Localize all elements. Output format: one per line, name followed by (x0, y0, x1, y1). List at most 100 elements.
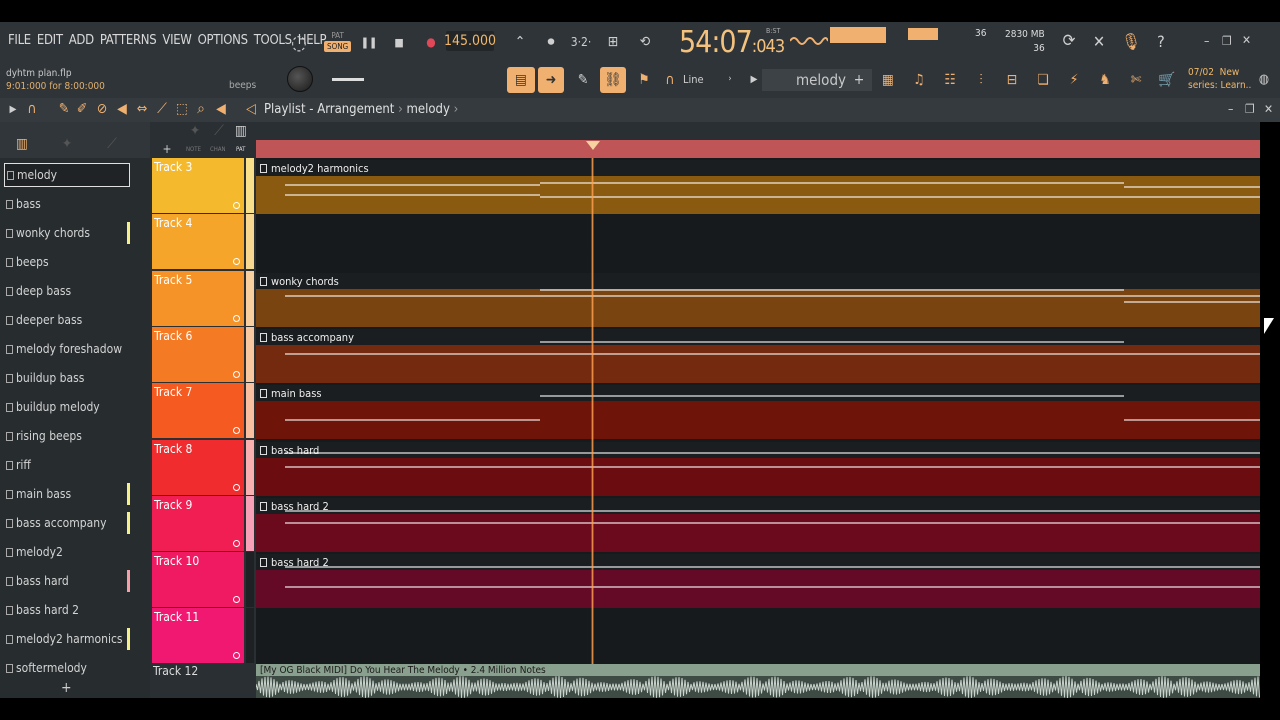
track-mute-led[interactable] (233, 258, 240, 265)
playlist-view-icon[interactable]: ▤ (507, 67, 535, 93)
zoom-icon[interactable]: ⌕ (193, 101, 209, 117)
master-volume-knob[interactable] (287, 66, 313, 92)
mixer-icon[interactable]: ⫶ (969, 69, 993, 91)
track-mute-led[interactable] (233, 484, 240, 491)
browser-icon[interactable]: ⊟ (1000, 69, 1024, 91)
playlist-close-icon[interactable]: ✕ (1264, 102, 1273, 116)
pattern-clip[interactable]: bass hard 2 (256, 554, 1260, 608)
slice-icon[interactable]: ⟋ (154, 101, 170, 117)
pattern-item[interactable]: bass hard 2 (4, 598, 130, 622)
stop-icon[interactable]: ■ (390, 33, 408, 51)
pattern-picker-icon[interactable]: ▥ (14, 136, 30, 152)
menu-patterns[interactable]: PATTERNS (100, 33, 157, 48)
menu-edit[interactable]: EDIT (37, 33, 63, 48)
pattern-item[interactable]: beeps (4, 250, 130, 274)
add-pattern-list-icon[interactable]: + (61, 680, 72, 696)
minimize-icon[interactable]: – (1204, 34, 1209, 48)
refresh-icon[interactable]: ⟳ (1058, 30, 1080, 52)
microphone-icon[interactable]: 🎙 (1120, 30, 1142, 52)
delete-icon[interactable]: ⊘ (94, 101, 110, 117)
draw-icon[interactable]: ✎ (56, 101, 72, 117)
globe-icon[interactable]: ◍ (1256, 71, 1272, 87)
pat-song-toggle[interactable]: PAT SONG (324, 30, 352, 52)
wait-input-icon[interactable]: ⏺ (540, 32, 562, 52)
playlist-minimize-icon[interactable]: – (1228, 102, 1233, 116)
playlist-maximize-icon[interactable]: ❐ (1245, 102, 1255, 116)
track-mute-led[interactable] (233, 202, 240, 209)
countdown-icon[interactable]: 3·2· (570, 32, 592, 52)
audio-clip[interactable]: [My OG Black MIDI] Do You Hear The Melod… (255, 664, 1260, 699)
pattern-item[interactable]: riff (4, 453, 130, 477)
piano-roll-icon[interactable]: ♫ (907, 69, 931, 91)
playback-icon[interactable]: ◀ (213, 101, 229, 117)
track-mute-led[interactable] (233, 652, 240, 659)
stamp-icon[interactable]: ⚑ (633, 69, 655, 91)
pattern-clip[interactable]: bass accompany (256, 329, 1260, 383)
track-header[interactable]: Track 9 (152, 496, 244, 551)
menu-tools[interactable]: TOOLS (254, 33, 292, 48)
maximize-icon[interactable]: ❐ (1222, 34, 1232, 48)
track-header[interactable]: Track 5 (152, 271, 244, 326)
step-edit-icon[interactable]: ⊞ (602, 32, 624, 52)
pattern-item[interactable]: wonky chords (4, 221, 130, 245)
master-pitch-slider[interactable] (332, 78, 364, 81)
pattern-clip[interactable]: melody2 harmonics (256, 160, 1260, 214)
channel-rack-icon[interactable]: ☷ (938, 69, 962, 91)
link-icon[interactable]: ⛓ (600, 67, 626, 93)
snap-mode[interactable]: Line (683, 73, 704, 86)
pattern-clip[interactable]: main bass (256, 385, 1260, 439)
track-mute-led[interactable] (233, 596, 240, 603)
loop-record-icon[interactable]: ⟲ (634, 32, 656, 52)
record-icon[interactable]: ● (422, 33, 440, 51)
pattern-item[interactable]: deep bass (4, 279, 130, 303)
tools-icon[interactable]: ✕ (1088, 30, 1110, 52)
pattern-item[interactable]: bass accompany (4, 511, 130, 535)
track-header[interactable]: Track 3 (152, 158, 244, 213)
shop-icon[interactable]: 🛒 (1155, 69, 1179, 91)
timeline-ruler[interactable] (256, 140, 1260, 158)
pause-icon[interactable]: ❚❚ (360, 33, 378, 51)
magnet-icon[interactable]: ∩ (660, 69, 680, 91)
pattern-item[interactable]: bass hard (4, 569, 130, 593)
pattern-clip[interactable]: wonky chords (256, 273, 1260, 327)
select-icon[interactable]: ⬚ (174, 101, 190, 117)
snap-arrow-icon[interactable]: › (725, 71, 735, 87)
track-12-label[interactable]: Track 12 (153, 664, 198, 678)
slip-icon[interactable]: ⇔ (134, 101, 150, 117)
metronome-icon[interactable]: ⌃ (510, 32, 530, 52)
arrow-step-icon[interactable]: ➜ (538, 67, 564, 93)
pattern-prev-icon[interactable]: ▶ (748, 71, 760, 87)
track-header[interactable]: Track 11 (152, 608, 244, 663)
track-mute-led[interactable] (233, 540, 240, 547)
menu-file[interactable]: FILE (8, 33, 31, 48)
news-panel[interactable]: 07/02 New series: Learn.. (1188, 66, 1251, 92)
pattern-filter-icon[interactable]: ▥ (232, 123, 250, 139)
scroll-overview[interactable] (256, 122, 1260, 140)
track-mute-led[interactable] (233, 371, 240, 378)
pattern-item[interactable]: softermelody (4, 656, 130, 680)
pattern-item[interactable]: rising beeps (4, 424, 130, 448)
pattern-item[interactable]: buildup bass (4, 366, 130, 390)
project-picker-icon[interactable]: ❏ (1031, 69, 1055, 91)
pattern-item[interactable]: melody foreshadow (4, 337, 130, 361)
menu-add[interactable]: ADD (69, 33, 94, 48)
track-mute-led[interactable] (233, 427, 240, 434)
mixer-record-icon[interactable]: ✄ (1124, 69, 1148, 91)
menu-view[interactable]: VIEW (162, 33, 192, 48)
playhead-marker[interactable] (586, 141, 600, 150)
close-icon[interactable]: ✕ (1242, 33, 1251, 47)
pattern-clip[interactable]: bass hard 2 (256, 498, 1260, 552)
playlist-magnet-icon[interactable]: ∩ (24, 101, 40, 117)
pattern-item[interactable]: melody (4, 163, 130, 187)
pattern-item[interactable]: melody2 (4, 540, 130, 564)
plugin-icon[interactable]: ⚡ (1062, 69, 1086, 91)
add-pattern-icon[interactable]: + (852, 70, 866, 90)
track-mute-led[interactable] (233, 315, 240, 322)
track-header[interactable]: Track 4 (152, 214, 244, 269)
pattern-item[interactable]: main bass (4, 482, 130, 506)
menu-options[interactable]: OPTIONS (198, 33, 248, 48)
track-header[interactable]: Track 8 (152, 440, 244, 495)
mute-icon[interactable]: ◀ (114, 101, 130, 117)
pattern-clip[interactable]: bass hard (256, 442, 1260, 496)
playlist-icon[interactable]: ▦ (876, 69, 900, 91)
